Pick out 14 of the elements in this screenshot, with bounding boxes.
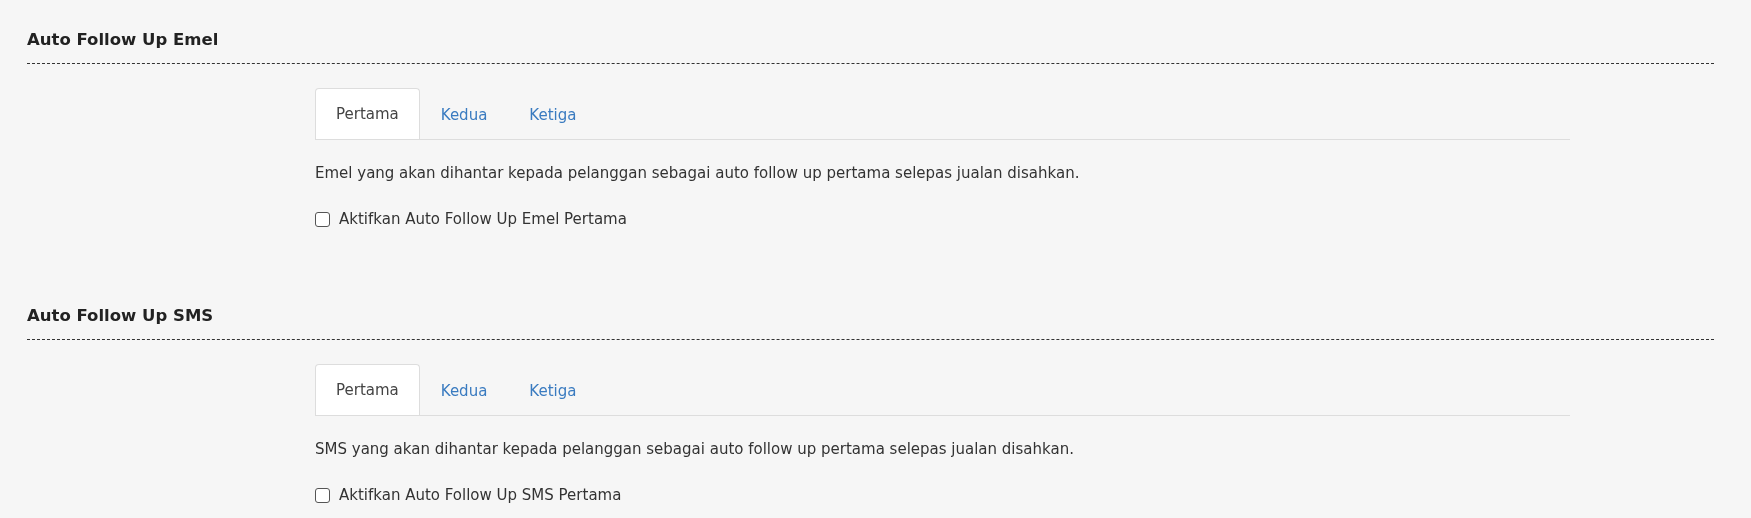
- checkbox-label[interactable]: Aktifkan Auto Follow Up Emel Pertama: [339, 208, 627, 230]
- tab[interactable]: Kedua: [419, 88, 509, 140]
- checkbox[interactable]: [315, 487, 330, 503]
- section-heading: Auto Follow Up Emel: [27, 28, 1714, 64]
- tab[interactable]: Ketiga: [508, 88, 598, 140]
- checkbox-label[interactable]: Aktifkan Auto Follow Up SMS Pertama: [339, 484, 622, 506]
- tab[interactable]: Kedua: [419, 364, 509, 416]
- description-text: SMS yang akan dihantar kepada pelanggan sebagai auto follow up pertama selepas jualan disahkan.: [315, 439, 1075, 460]
- tab[interactable]: Pertama: [315, 88, 420, 139]
- tab[interactable]: Ketiga: [508, 364, 598, 416]
- checkbox[interactable]: [315, 211, 330, 227]
- description-text: Emel yang akan dihantar kepada pelanggan sebagai auto follow up pertama selepas jualan disahkan.: [315, 163, 1081, 184]
- tab[interactable]: Pertama: [315, 364, 420, 415]
- section-heading: Auto Follow Up SMS: [27, 304, 1714, 340]
